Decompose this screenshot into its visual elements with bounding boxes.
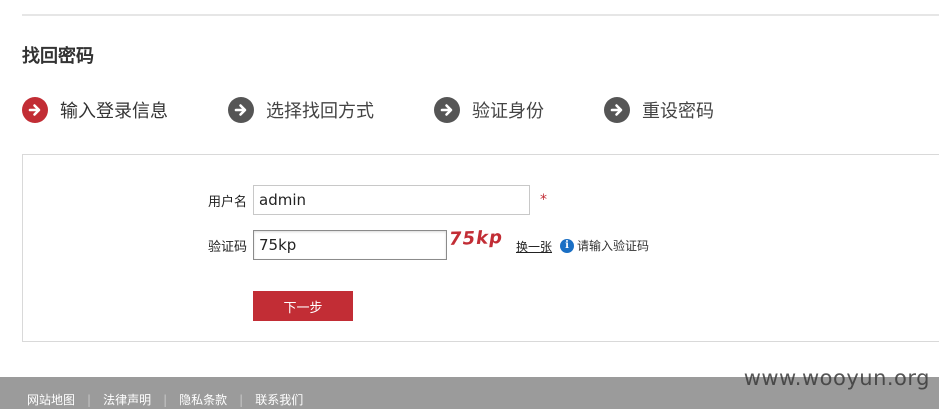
footer-link-privacy[interactable]: 隐私条款: [179, 391, 227, 408]
username-label: 用户名: [207, 194, 247, 210]
step-label: 输入登录信息: [60, 101, 168, 122]
step-enter-login-info: 输入登录信息: [22, 96, 168, 124]
top-divider: [22, 14, 939, 16]
footer-separator: |: [163, 392, 168, 407]
page-title: 找回密码: [22, 46, 94, 67]
step-verify-identity: 验证身份: [434, 96, 544, 124]
watermark: www.wooyun.org: [743, 366, 930, 390]
footer-links: 网站地图 | 法律声明 | 隐私条款 | 联系我们: [27, 391, 303, 408]
step-label: 选择找回方式: [266, 101, 374, 122]
captcha-row: 验证码: [187, 230, 447, 260]
step-label: 重设密码: [642, 101, 714, 122]
arrow-right-circle-icon: [228, 97, 254, 123]
username-input[interactable]: [253, 185, 530, 215]
refresh-captcha-link[interactable]: 换一张: [516, 238, 552, 255]
username-row: 用户名 *: [187, 185, 547, 215]
step-choose-method: 选择找回方式: [228, 96, 374, 124]
captcha-label: 验证码: [207, 239, 247, 255]
footer-link-legal[interactable]: 法律声明: [103, 391, 151, 408]
required-mark: *: [540, 192, 547, 208]
captcha-hint-text: 请输入验证码: [577, 239, 650, 253]
info-icon: i: [560, 238, 574, 253]
captcha-input[interactable]: [253, 230, 447, 260]
arrow-right-circle-icon: [22, 97, 48, 123]
arrow-right-circle-icon: [604, 97, 630, 123]
arrow-right-circle-icon: [434, 97, 460, 123]
captcha-hint: i 请输入验证码: [560, 237, 649, 254]
footer-link-contact[interactable]: 联系我们: [255, 391, 303, 408]
step-reset-password: 重设密码: [604, 96, 714, 124]
footer-separator: |: [239, 392, 244, 407]
next-step-button[interactable]: 下一步: [253, 291, 353, 321]
step-label: 验证身份: [472, 101, 544, 122]
footer-separator: |: [87, 392, 92, 407]
footer-link-sitemap[interactable]: 网站地图: [27, 391, 75, 408]
captcha-image[interactable]: 75kp: [449, 227, 504, 250]
progress-steps: 输入登录信息 选择找回方式 验证身份 重设密码: [22, 96, 939, 124]
